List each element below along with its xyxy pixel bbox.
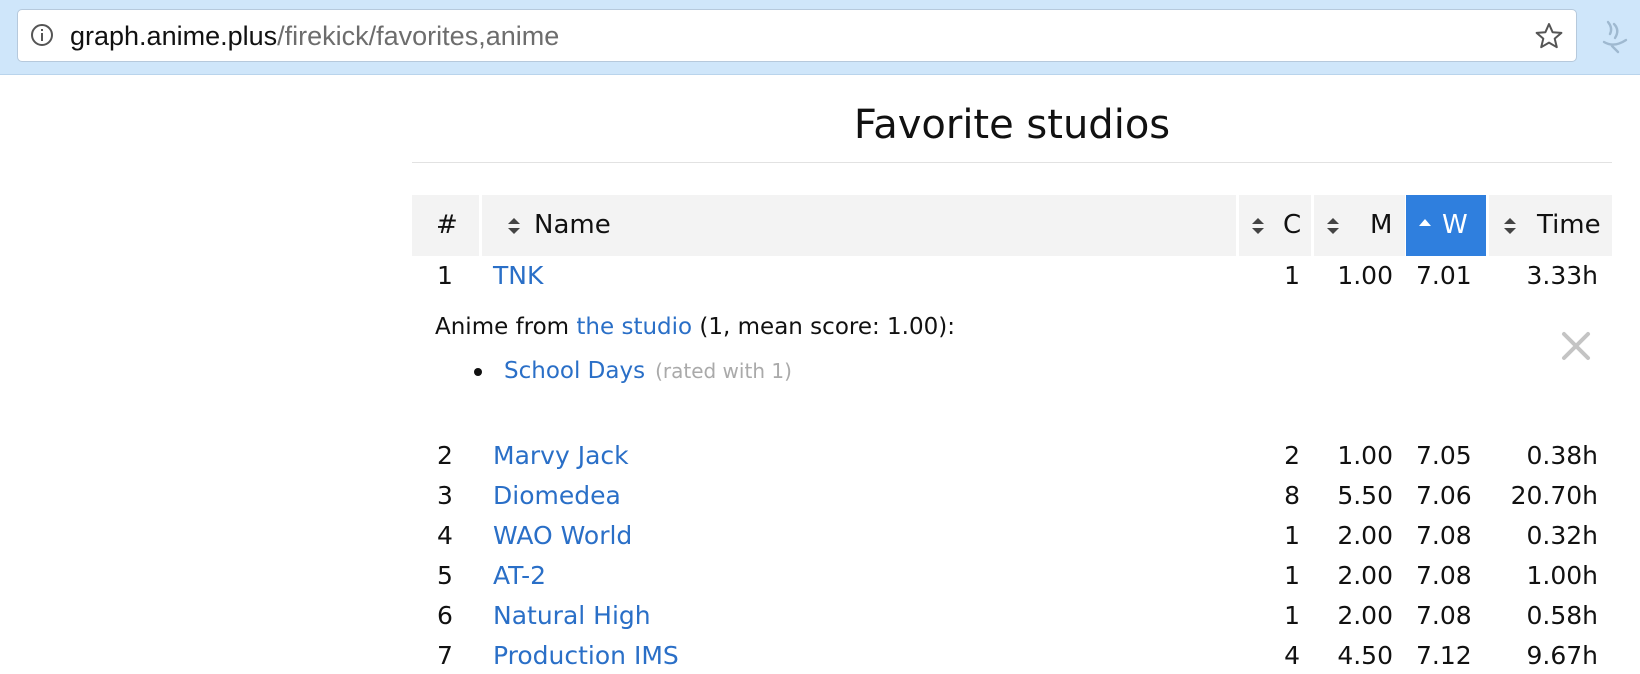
info-icon[interactable] [30, 23, 54, 47]
column-label-index: # [436, 210, 458, 240]
time-value: 9.67h [1526, 641, 1598, 670]
time-value: 0.32h [1526, 521, 1598, 550]
sort-icon [1327, 218, 1339, 234]
column-header-mean[interactable]: M [1314, 195, 1405, 256]
time-value: 20.70h [1510, 481, 1598, 510]
count-value: 1 [1284, 261, 1300, 290]
count-value: 4 [1284, 641, 1300, 670]
column-label-time: Time [1537, 210, 1601, 240]
mean-value: 2.00 [1337, 561, 1393, 590]
address-bar[interactable]: graph.anime.plus/firekick/favorites,anim… [17, 9, 1577, 62]
weighted-value: 7.08 [1416, 601, 1472, 630]
sort-icon [1504, 218, 1516, 234]
studio-link[interactable]: Production IMS [493, 638, 679, 674]
column-header-time[interactable]: Time [1489, 195, 1612, 256]
bullet [474, 367, 482, 376]
url-text[interactable]: graph.anime.plus/firekick/favorites,anim… [70, 21, 559, 51]
column-header-index: # [412, 195, 479, 256]
close-icon[interactable] [1560, 330, 1592, 362]
count-value: 2 [1284, 441, 1300, 470]
studio-link[interactable]: AT-2 [493, 558, 546, 594]
sort-icon [1252, 218, 1264, 234]
row-index: 5 [437, 561, 453, 590]
column-label-weighted: W [1442, 210, 1468, 240]
extension-icon[interactable] [1598, 18, 1630, 54]
time-value: 0.58h [1526, 601, 1598, 630]
mean-value: 4.50 [1337, 641, 1393, 670]
url-path: /firekick/favorites,anime [277, 21, 560, 51]
time-value: 3.33h [1526, 261, 1598, 290]
count-value: 1 [1284, 601, 1300, 630]
row-index: 6 [437, 601, 453, 630]
column-label-name: Name [534, 210, 611, 240]
column-header-weighted[interactable]: W [1406, 195, 1486, 256]
weighted-value: 7.08 [1416, 521, 1472, 550]
row-index: 2 [437, 441, 453, 470]
weighted-value: 7.08 [1416, 561, 1472, 590]
url-host: graph.anime.plus [70, 21, 278, 51]
column-label-count: C [1283, 210, 1302, 240]
title-divider [412, 162, 1612, 163]
mean-value: 1.00 [1337, 261, 1393, 290]
mean-value: 5.50 [1337, 481, 1393, 510]
detail-prefix: Anime from [435, 314, 577, 340]
row-index: 4 [437, 521, 453, 550]
browser-toolbar: graph.anime.plus/firekick/favorites,anim… [0, 0, 1640, 75]
studio-link[interactable]: Diomedea [493, 478, 621, 514]
weighted-value: 7.01 [1416, 261, 1472, 290]
detail-summary: Anime from the studio (1, mean score: 1.… [435, 309, 955, 345]
time-value: 1.00h [1526, 561, 1598, 590]
column-header-name[interactable]: Name [482, 195, 1236, 256]
row-index: 1 [437, 261, 453, 290]
mean-value: 2.00 [1337, 521, 1393, 550]
row-index: 3 [437, 481, 453, 510]
mean-value: 2.00 [1337, 601, 1393, 630]
weighted-value: 7.12 [1416, 641, 1472, 670]
sort-ascending-icon [1419, 219, 1431, 226]
column-header-count[interactable]: C [1239, 195, 1311, 256]
studio-page-link[interactable]: the studio [576, 314, 692, 340]
anime-link[interactable]: School Days [504, 358, 645, 384]
page-title: Favorite studios [853, 102, 1171, 148]
count-value: 8 [1284, 481, 1300, 510]
rating-note: (rated with 1) [655, 359, 792, 383]
weighted-value: 7.06 [1416, 481, 1472, 510]
time-value: 0.38h [1526, 441, 1598, 470]
list-item: School Days (rated with 1) [474, 353, 792, 389]
mean-value: 1.00 [1337, 441, 1393, 470]
studio-link[interactable]: TNK [493, 258, 543, 294]
column-label-mean: M [1370, 210, 1393, 240]
row-index: 7 [437, 641, 453, 670]
studio-link[interactable]: WAO World [493, 518, 632, 554]
studio-link[interactable]: Natural High [493, 598, 651, 634]
table-header: # Name C M W Time [412, 195, 1612, 256]
count-value: 1 [1284, 521, 1300, 550]
weighted-value: 7.05 [1416, 441, 1472, 470]
star-icon[interactable] [1534, 21, 1564, 51]
detail-suffix: (1, mean score: 1.00): [692, 314, 955, 340]
sort-icon [508, 218, 520, 234]
count-value: 1 [1284, 561, 1300, 590]
studio-link[interactable]: Marvy Jack [493, 438, 629, 474]
